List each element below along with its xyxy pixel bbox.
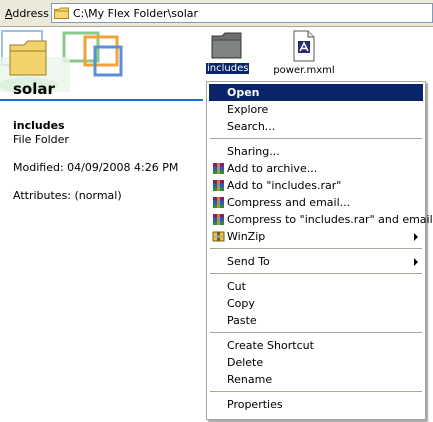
detail-modified: Modified: 04/09/2008 4:26 PM [13,161,179,174]
menu-item-add-to-archive[interactable]: Add to archive... [209,160,423,177]
folder-title: solar [13,80,55,98]
context-menu: Open Explore Search... Sharing... Add to… [206,81,433,420]
address-input[interactable]: C:\My Flex Folder\solar [51,3,433,23]
menu-item-rename[interactable]: Rename [209,371,423,388]
address-bar: Address C:\My Flex Folder\solar [0,0,433,27]
divider [0,99,203,101]
item-details: includes File Folder Modified: 04/09/200… [13,119,198,202]
winrar-icon [213,197,224,208]
menu-item-open[interactable]: Open [209,84,423,101]
menu-separator [210,273,422,274]
file-item-power-mxml[interactable]: power.mxml [268,30,340,76]
winzip-icon [212,231,225,242]
menu-item-send-to[interactable]: Send To [209,253,423,270]
folder-icon [54,7,69,19]
menu-item-compress-to-rar-and-email[interactable]: Compress to "includes.rar" and email [209,211,433,228]
submenu-arrow-icon [414,258,418,266]
file-name: power.mxml [273,65,335,76]
menu-item-compress-and-email[interactable]: Compress and email... [209,194,423,211]
menu-item-paste[interactable]: Paste [209,312,423,329]
menu-item-delete[interactable]: Delete [209,354,423,371]
menu-item-winzip[interactable]: WinZip [209,228,423,245]
menu-item-search[interactable]: Search... [209,118,423,135]
address-path: C:\My Flex Folder\solar [73,6,199,20]
menu-item-copy[interactable]: Copy [209,295,423,312]
file-item-includes[interactable]: includes [204,30,251,75]
winrar-icon [213,180,224,191]
menu-separator [210,391,422,392]
menu-item-cut[interactable]: Cut [209,278,423,295]
menu-item-add-to-rar[interactable]: Add to "includes.rar" [209,177,423,194]
folder-icon [211,32,242,59]
file-name: includes [204,62,251,75]
address-label: Address [5,7,49,20]
menu-separator [210,138,422,139]
submenu-arrow-icon [414,233,418,241]
menu-item-properties[interactable]: Properties [209,396,423,413]
menu-item-explore[interactable]: Explore [209,101,423,118]
winrar-icon [213,163,224,174]
menu-item-create-shortcut[interactable]: Create Shortcut [209,337,423,354]
mxml-file-icon [293,30,315,62]
menu-separator [210,332,422,333]
detail-attributes: Attributes: (normal) [13,189,122,202]
winrar-icon [213,214,224,225]
menu-item-sharing[interactable]: Sharing... [209,143,423,160]
details-pane: solar includes File Folder Modified: 04/… [0,27,203,422]
detail-type: File Folder [13,133,69,146]
menu-separator [210,248,422,249]
detail-name: includes [13,119,65,132]
